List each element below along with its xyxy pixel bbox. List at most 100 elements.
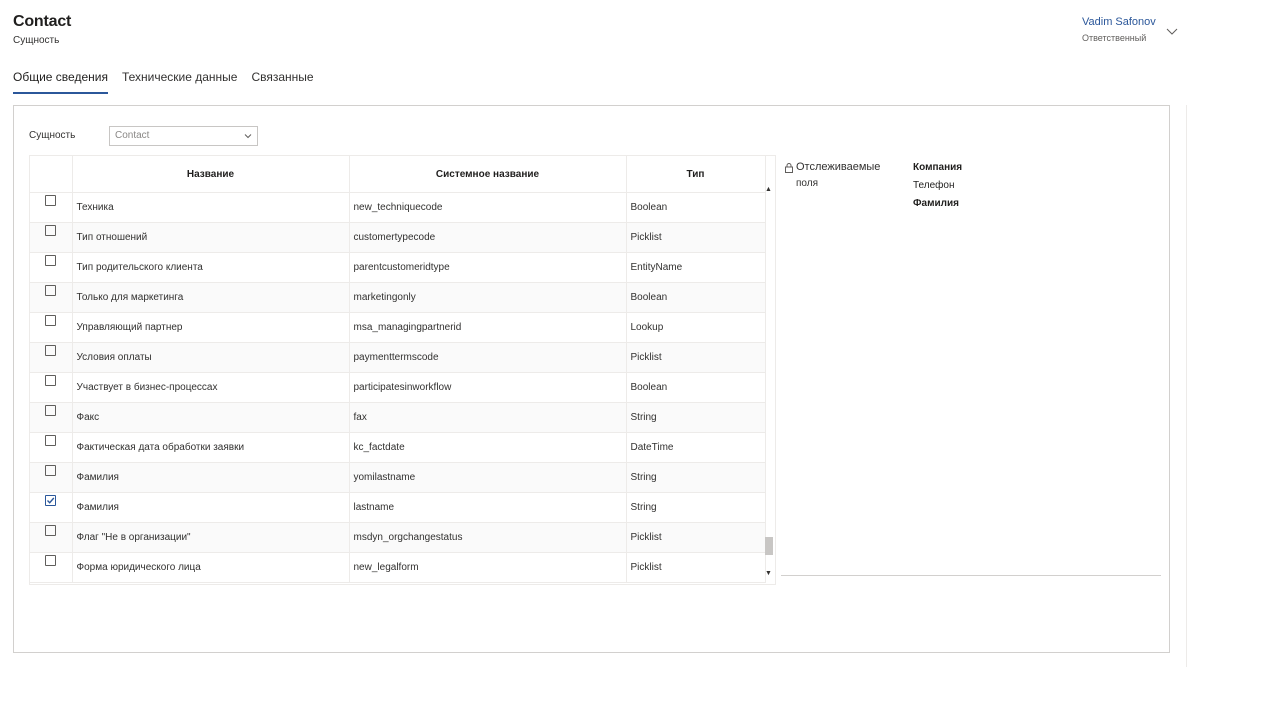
cell-type: Picklist (626, 552, 766, 583)
cell-type: DateTime (626, 432, 766, 463)
cell-system-name: new_techniquecode (349, 192, 627, 223)
cell-type: String (626, 402, 766, 433)
row-checkbox-cell (30, 552, 73, 583)
row-checkbox[interactable] (45, 284, 57, 296)
section-divider (781, 575, 1161, 576)
cell-type: String (626, 492, 766, 523)
row-checkbox[interactable] (45, 254, 57, 266)
cell-type: Picklist (626, 522, 766, 553)
table-row[interactable]: Участвует в бизнес-процессах participates… (30, 372, 766, 403)
cell-type: Boolean (626, 192, 766, 223)
fields-table: Название Системное название Тип Техника n… (30, 156, 766, 583)
table-row[interactable]: Условия оплаты paymenttermscode Picklist (30, 342, 766, 373)
owner-name-link[interactable]: Vadim Safonov (1082, 16, 1156, 28)
table-row[interactable]: Только для маркетинга marketingonly Boolea… (30, 282, 766, 313)
table-row[interactable]: Факс fax String (30, 402, 766, 433)
table-row[interactable]: Тип отношений customertypecode Picklist (30, 222, 766, 253)
row-checkbox-cell (30, 312, 73, 343)
table-row[interactable]: Форма юридического лица new_legalform Pick… (30, 552, 766, 583)
table-row[interactable]: Фактическая дата обработки заявки kc_fact… (30, 432, 766, 463)
cell-name: Тип отношений (72, 222, 350, 253)
row-checkbox[interactable] (45, 434, 57, 446)
cell-type: Boolean (626, 282, 766, 313)
row-checkbox[interactable] (45, 404, 57, 416)
cell-name: Флаг "Не в организации" (72, 522, 350, 553)
row-checkbox-cell (30, 402, 73, 433)
row-checkbox[interactable] (45, 374, 57, 386)
column-header-system-name[interactable]: Системное название (349, 156, 627, 193)
cell-name: Фамилия (72, 492, 350, 523)
scrollbar-thumb[interactable] (765, 537, 773, 555)
tracked-fields-label-2: поля (796, 178, 819, 189)
cell-name: Только для маркетинга (72, 282, 350, 313)
table-row[interactable]: Управляющий партнер msa_managingpartnerid… (30, 312, 766, 343)
owner-role-label: Ответственный (1082, 33, 1147, 43)
cell-name: Условия оплаты (72, 342, 350, 373)
table-row[interactable]: Флаг "Не в организации" msdyn_orgchangest… (30, 522, 766, 553)
chevron-down-icon[interactable] (1166, 24, 1178, 36)
row-checkbox[interactable] (45, 314, 57, 326)
cell-name: Фамилия (72, 462, 350, 493)
cell-type: Picklist (626, 222, 766, 253)
tracked-field: Компания (913, 162, 963, 173)
scroll-up-icon[interactable]: ▲ (765, 186, 772, 193)
row-checkbox-cell (30, 432, 73, 463)
table-row[interactable]: Фамилия lastname String (30, 492, 766, 523)
cell-system-name: participatesinworkflow (349, 372, 627, 403)
tab-related[interactable]: Связанные (251, 70, 313, 94)
row-checkbox[interactable] (45, 494, 57, 506)
row-checkbox-cell (30, 462, 73, 493)
cell-name: Управляющий партнер (72, 312, 350, 343)
tracked-field: Фамилия (913, 198, 959, 209)
cell-system-name: lastname (349, 492, 627, 523)
cell-system-name: marketingonly (349, 282, 627, 313)
row-checkbox[interactable] (45, 554, 57, 566)
cell-system-name: msa_managingpartnerid (349, 312, 627, 343)
row-checkbox[interactable] (45, 524, 57, 536)
row-checkbox[interactable] (45, 464, 57, 476)
cell-name: Тип родительского клиента (72, 252, 350, 283)
tracked-fields-list: Компания Телефон Фамилия (913, 159, 962, 213)
fields-grid: Название Системное название Тип Техника n… (29, 155, 776, 585)
page-title: Contact (13, 13, 72, 30)
tab-technical[interactable]: Технические данные (122, 70, 238, 94)
cell-system-name: new_legalform (349, 552, 627, 583)
table-row[interactable]: Тип родительского клиента parentcustomeri… (30, 252, 766, 283)
row-checkbox-cell (30, 282, 73, 313)
row-checkbox-cell (30, 522, 73, 553)
select-all-header (30, 156, 73, 193)
row-checkbox-cell (30, 372, 73, 403)
column-header-name[interactable]: Название (72, 156, 350, 193)
row-checkbox-cell (30, 222, 73, 253)
tracked-fields-label: Отслеживаемые (796, 161, 881, 173)
cell-system-name: msdyn_orgchangestatus (349, 522, 627, 553)
column-header-type[interactable]: Тип (626, 156, 766, 193)
row-checkbox-cell (30, 192, 73, 223)
cell-name: Участвует в бизнес-процессах (72, 372, 350, 403)
row-checkbox[interactable] (45, 224, 57, 236)
row-checkbox-cell (30, 342, 73, 373)
table-row[interactable]: Техника new_techniquecode Boolean (30, 192, 766, 223)
row-checkbox[interactable] (45, 194, 57, 206)
entity-field-label: Сущность (29, 130, 76, 141)
row-checkbox[interactable] (45, 344, 57, 356)
entity-select-value: Contact (115, 130, 150, 141)
table-row[interactable]: Фамилия yomilastname String (30, 462, 766, 493)
tab-general[interactable]: Общие сведения (13, 70, 108, 94)
cell-system-name: kc_factdate (349, 432, 627, 463)
cell-type: Boolean (626, 372, 766, 403)
row-checkbox-cell (30, 492, 73, 523)
tracked-field: Телефон (913, 180, 955, 191)
cell-type: String (626, 462, 766, 493)
cell-type: Picklist (626, 342, 766, 373)
lock-icon (785, 160, 793, 173)
cell-system-name: fax (349, 402, 627, 433)
scroll-down-icon[interactable]: ▼ (765, 570, 772, 577)
cell-name: Форма юридического лица (72, 552, 350, 583)
entity-select[interactable]: Contact (109, 126, 258, 146)
cell-name: Факс (72, 402, 350, 433)
row-checkbox-cell (30, 252, 73, 283)
cell-system-name: paymenttermscode (349, 342, 627, 373)
cell-system-name: customertypecode (349, 222, 627, 253)
cell-type: EntityName (626, 252, 766, 283)
